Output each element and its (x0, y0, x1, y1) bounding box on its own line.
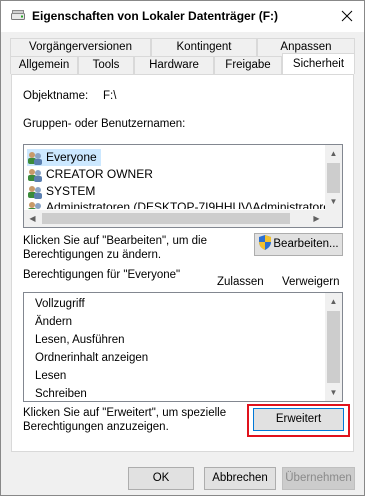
allow-column-header: Zulassen (217, 276, 264, 288)
users-horizontal-scrollbar[interactable]: ◀ ▶ (24, 210, 342, 227)
object-name-value: F:\ (103, 90, 117, 102)
permissions-label: Berechtigungen für "Everyone" (23, 269, 181, 281)
permissions-list[interactable]: Vollzugriff Ändern Lesen, Ausführen Ordn… (23, 292, 343, 402)
properties-dialog: Eigenschaften von Lokaler Datenträger (F… (0, 0, 365, 496)
deny-column-header: Verweigern (282, 276, 340, 288)
advanced-hint-line2: Berechtigungen anzuzeigen. (23, 421, 169, 433)
users-list[interactable]: Everyone CREATOR OWNER SYSTEM Administra… (23, 144, 343, 228)
tab-hardware[interactable]: Hardware (134, 56, 214, 74)
scroll-up-icon[interactable]: ▲ (325, 293, 342, 310)
drive-icon (11, 10, 25, 20)
list-item-system[interactable]: SYSTEM (27, 183, 95, 200)
group-icon (28, 185, 42, 199)
advanced-hint-line1: Klicken Sie auf "Erweitert", um speziell… (23, 407, 227, 419)
scroll-down-icon[interactable]: ▼ (325, 193, 342, 210)
advanced-button[interactable]: Erweitert (253, 408, 344, 431)
user-name: CREATOR OWNER (46, 167, 153, 181)
edit-button-label: Bearbeiten... (273, 238, 339, 250)
tab-label: Freigabe (225, 59, 271, 71)
tab-label: Tools (92, 59, 120, 71)
user-name: Everyone (46, 150, 97, 164)
tab-allgemein[interactable]: Allgemein (10, 56, 78, 74)
tab-label: Anpassen (280, 41, 332, 53)
tab-label: Sicherheit (292, 58, 345, 70)
object-name-label: Objektname: (23, 90, 89, 102)
scroll-thumb[interactable] (327, 311, 340, 383)
permission-row-vollzugriff: Vollzugriff (35, 298, 85, 310)
cancel-button-label: Abbrechen (212, 472, 268, 484)
scroll-thumb[interactable] (327, 163, 340, 193)
list-item-everyone[interactable]: Everyone (27, 149, 101, 166)
scroll-up-icon[interactable]: ▲ (325, 145, 342, 162)
user-name: SYSTEM (46, 184, 96, 198)
scroll-down-icon[interactable]: ▼ (325, 384, 342, 401)
apply-button-label: Übernehmen (285, 472, 352, 484)
permission-row-lesen-ausfuehren: Lesen, Ausführen (35, 334, 125, 346)
scroll-right-icon[interactable]: ▶ (308, 210, 325, 227)
users-vertical-scrollbar[interactable]: ▲ ▼ (325, 145, 342, 210)
tab-tools[interactable]: Tools (78, 56, 134, 74)
permission-row-schreiben: Schreiben (35, 388, 87, 400)
list-item-administratoren[interactable]: Administratoren (DESKTOP-7I9HHUV\Adminis… (27, 199, 341, 209)
permissions-scrollbar[interactable]: ▲ ▼ (325, 293, 342, 401)
group-icon (28, 168, 42, 182)
edit-hint-line1: Klicken Sie auf "Bearbeiten", um die (23, 235, 207, 247)
close-icon[interactable] (336, 6, 358, 26)
uac-shield-icon (259, 235, 272, 250)
edit-hint-line2: Berechtigungen zu ändern. (23, 249, 162, 261)
tab-label: Vorgängerversionen (29, 41, 132, 53)
user-name: Administratoren (DESKTOP-7I9HHUV\Adminis… (46, 200, 341, 209)
scroll-left-icon[interactable]: ◀ (24, 210, 41, 227)
permission-row-aendern: Ändern (35, 316, 73, 328)
tab-label: Hardware (149, 59, 199, 71)
permission-row-ordnerinhalt: Ordnerinhalt anzeigen (35, 352, 149, 364)
group-icon (28, 201, 41, 209)
tab-sicherheit[interactable]: Sicherheit (282, 53, 355, 74)
security-panel: Objektname: F:\ Gruppen- oder Benutzerna… (11, 74, 354, 452)
edit-button[interactable]: Bearbeiten... (254, 233, 343, 256)
scroll-thumb[interactable] (42, 213, 290, 224)
tab-vorgaengerversionen[interactable]: Vorgängerversionen (10, 38, 151, 56)
permission-row-lesen: Lesen (35, 370, 67, 382)
group-icon (28, 151, 42, 165)
tab-label: Kontingent (176, 41, 232, 53)
window-title: Eigenschaften von Lokaler Datenträger (F… (32, 9, 279, 23)
tab-freigabe[interactable]: Freigabe (214, 56, 282, 74)
list-item-creator-owner[interactable]: CREATOR OWNER (27, 166, 153, 183)
title-bar[interactable]: Eigenschaften von Lokaler Datenträger (F… (1, 1, 364, 32)
apply-button[interactable]: Übernehmen (282, 467, 355, 490)
tab-label: Allgemein (18, 59, 70, 71)
cancel-button[interactable]: Abbrechen (204, 467, 276, 490)
ok-button[interactable]: OK (128, 467, 194, 490)
advanced-button-label: Erweitert (275, 413, 322, 425)
groups-label: Gruppen- oder Benutzernamen: (23, 118, 186, 130)
tab-strip: Vorgängerversionen Kontingent Anpassen A… (1, 32, 364, 74)
ok-button-label: OK (152, 472, 170, 484)
tab-kontingent[interactable]: Kontingent (151, 38, 257, 56)
